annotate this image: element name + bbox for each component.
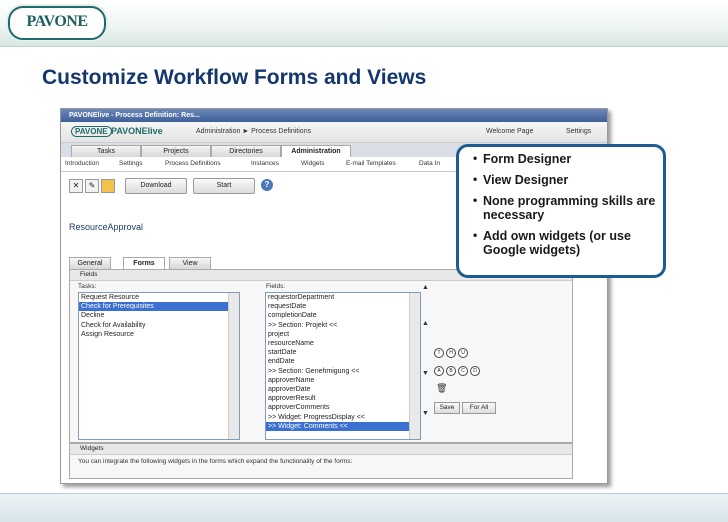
subnav-introduction[interactable]: Introduction xyxy=(65,160,99,167)
tasks-scrollbar[interactable] xyxy=(228,293,239,439)
app-brand: PAVONElive xyxy=(111,126,163,136)
format-icon-2[interactable]: B xyxy=(446,366,456,376)
breadcrumb: Administration ► Process Definitions xyxy=(196,128,312,135)
list-item[interactable]: >> Section: Projekt << xyxy=(266,321,420,330)
subnav-settings[interactable]: Settings xyxy=(119,160,143,167)
list-item[interactable]: approverName xyxy=(266,376,420,385)
move-down-icon[interactable]: ▼ xyxy=(422,370,429,377)
slide-footer xyxy=(0,493,728,522)
save-button[interactable]: Save xyxy=(434,402,460,414)
list-item[interactable]: project xyxy=(266,330,420,339)
slide-title: Customize Workflow Forms and Views xyxy=(42,66,427,89)
list-item[interactable]: startDate xyxy=(266,348,420,357)
welcome-page-link[interactable]: Welcome Page xyxy=(486,128,533,135)
widgets-panel: Widgets You can integrate the following … xyxy=(69,443,573,479)
tasks-listbox[interactable]: Request Resource Check for Prerequisites D… xyxy=(78,292,240,440)
list-item[interactable]: Check for Prerequisites xyxy=(79,302,239,312)
subnav-process-definitions[interactable]: Process Definitions xyxy=(165,160,221,167)
bullet-form-designer: Form Designer xyxy=(473,151,663,166)
subnav-instances[interactable]: Instances xyxy=(251,160,279,167)
fields-label: Fields: xyxy=(266,283,286,290)
subnav-data-in[interactable]: Data In xyxy=(419,160,440,167)
move-bottom-icon[interactable]: ▼ xyxy=(422,410,429,417)
list-item[interactable]: >> Section: Genehmigung << xyxy=(266,367,420,376)
form-tab-view[interactable]: View xyxy=(169,257,211,269)
help-icon[interactable]: ? xyxy=(261,179,273,191)
section-add-icon[interactable]: T xyxy=(434,348,444,358)
start-button[interactable]: Start xyxy=(193,178,255,194)
field-add-icon[interactable]: U xyxy=(458,348,468,358)
bullet-view-designer: View Designer xyxy=(473,172,663,187)
slide-header: PAVONE xyxy=(0,0,728,47)
list-item[interactable]: requestDate xyxy=(266,302,420,311)
widgets-section-header: Widgets xyxy=(70,444,572,455)
list-item[interactable]: >> Widget: ProgressDisplay << xyxy=(266,413,420,422)
app-topbar: PAVONE PAVONElive Administration ► Proce… xyxy=(61,122,607,143)
move-top-icon[interactable]: ▲ xyxy=(422,284,429,291)
delete-icon[interactable]: ✕ xyxy=(69,179,83,193)
edit-icon[interactable]: ✎ xyxy=(85,179,99,193)
widgets-description: You can integrate the following widgets … xyxy=(78,458,353,465)
list-item[interactable]: Request Resource xyxy=(79,293,239,302)
subnav-email-templates[interactable]: E-mail Templates xyxy=(346,160,396,167)
form-tab-general[interactable]: General xyxy=(69,257,111,269)
fields-panel: Fields Tasks: Fields: Request Resource Ch… xyxy=(69,269,573,443)
folder-icon[interactable] xyxy=(101,179,115,193)
trash-icon[interactable]: 🗑 xyxy=(436,383,447,394)
download-button[interactable]: Download xyxy=(125,178,187,194)
list-item[interactable]: approverDate xyxy=(266,385,420,394)
widget-add-icon[interactable]: H xyxy=(446,348,456,358)
format-icon-3[interactable]: C xyxy=(458,366,468,376)
settings-link[interactable]: Settings xyxy=(566,128,591,135)
subnav-widgets[interactable]: Widgets xyxy=(301,160,324,167)
list-item[interactable]: Decline xyxy=(79,311,239,320)
form-tab-forms[interactable]: Forms xyxy=(123,257,165,269)
list-item[interactable]: approverComments xyxy=(266,403,420,412)
list-item[interactable]: Assign Resource xyxy=(79,330,239,339)
app-logo: PAVONE xyxy=(71,126,112,137)
fields-scrollbar[interactable] xyxy=(409,293,420,439)
feature-callout: Form Designer View Designer None program… xyxy=(456,144,666,278)
document-name: ResourceApproval xyxy=(69,222,144,232)
fields-listbox[interactable]: requestorDepartment requestDate completion… xyxy=(265,292,421,440)
list-item[interactable]: resourceName xyxy=(266,339,420,348)
list-item[interactable]: endDate xyxy=(266,357,420,366)
pavone-logo-text: PAVONE xyxy=(26,13,88,30)
list-item[interactable]: completionDate xyxy=(266,311,420,320)
bullet-no-programming: None programming skills are necessary xyxy=(473,193,663,222)
list-item[interactable]: approverResult xyxy=(266,394,420,403)
tasks-label: Tasks: xyxy=(78,283,97,290)
list-item[interactable]: requestorDepartment xyxy=(266,293,420,302)
list-item[interactable]: >> Widget: Comments << xyxy=(266,421,420,432)
bullet-own-widgets: Add own widgets (or use Google widgets) xyxy=(473,228,663,257)
window-title: PAVONElive - Process Definition: Res... xyxy=(61,109,607,122)
for-all-button[interactable]: For All xyxy=(462,402,496,414)
list-item[interactable]: Check for Availability xyxy=(79,321,239,330)
pavone-logo: PAVONE xyxy=(8,6,106,40)
format-icon-4[interactable]: D xyxy=(470,366,480,376)
move-up-icon[interactable]: ▲ xyxy=(422,320,429,327)
format-icon-1[interactable]: A xyxy=(434,366,444,376)
